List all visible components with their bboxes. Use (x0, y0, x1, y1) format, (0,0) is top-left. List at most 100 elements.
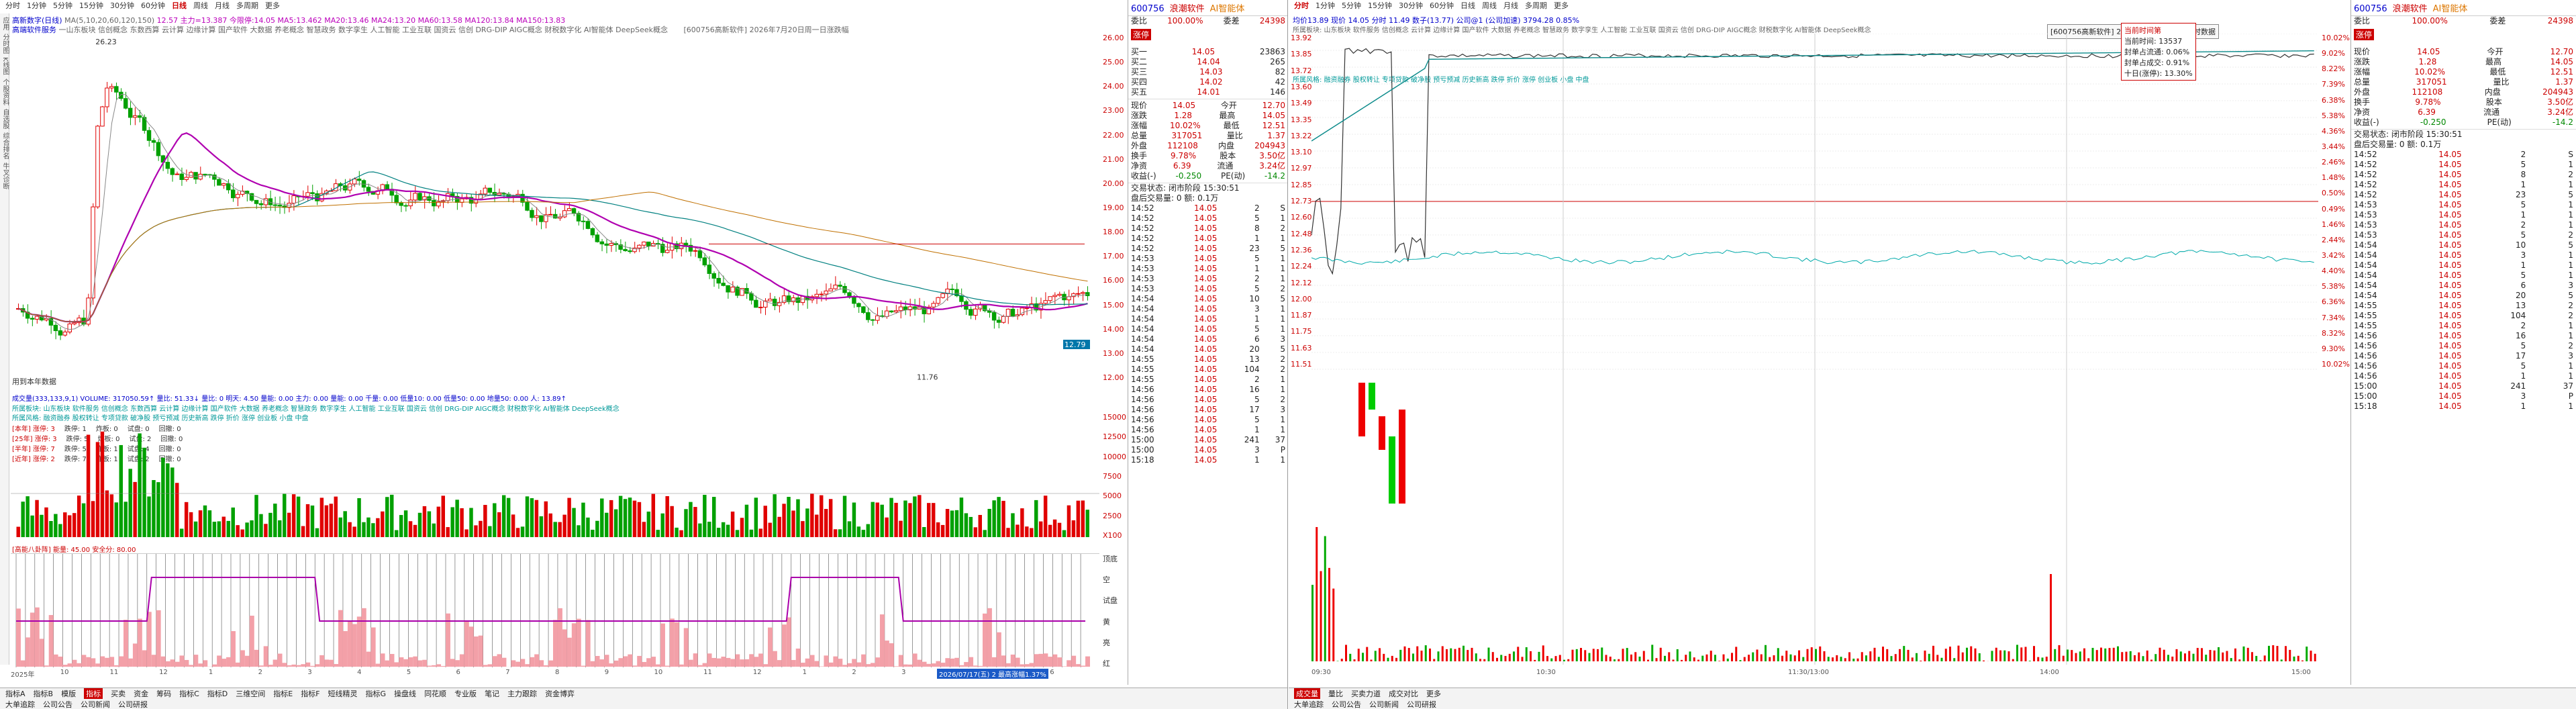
ts-volume-bar (1999, 650, 2001, 661)
tab-2[interactable]: 5分钟 (1340, 0, 1363, 11)
bottom-tab[interactable]: 同花顺 (424, 688, 446, 699)
tab-4[interactable]: 30分钟 (1397, 0, 1424, 11)
bottom-tab[interactable]: 指标C (179, 688, 199, 699)
tab-3[interactable]: 15分钟 (1367, 0, 1393, 11)
bottom-tab[interactable]: 量比 (1328, 688, 1343, 699)
tab-3[interactable]: 15分钟 (78, 0, 105, 11)
bottom-tab[interactable]: 短线精灵 (328, 688, 358, 699)
bottom-tab[interactable]: 公司研报 (118, 699, 148, 709)
sidebar-item[interactable]: 个股资料 (0, 79, 10, 105)
tick-v: 1 (1254, 234, 1260, 243)
sidebar-item[interactable]: 自选股 (0, 109, 10, 129)
tick-p: 14.05 (2438, 271, 2462, 280)
stat-l2: 股本 (1220, 151, 1236, 160)
bottom-tab[interactable]: 主力跟踪 (507, 688, 537, 699)
axis-tick: 3.42% (2322, 251, 2345, 260)
sidebar-item[interactable]: 分时图 (0, 34, 10, 54)
ts-volume-bar (1387, 657, 1389, 661)
volume-chart[interactable] (11, 413, 1099, 540)
bottom-tab[interactable]: 指标D (207, 688, 228, 699)
bottom-tab[interactable]: 模版 (61, 688, 76, 699)
bottom-tab[interactable]: 大单追踪 (1294, 699, 1324, 709)
indicator-area (576, 618, 581, 667)
tab-0[interactable]: 分时 (1293, 0, 1310, 11)
bottom-tab[interactable]: 公司公告 (43, 699, 72, 709)
bottom-tab[interactable]: 更多 (1426, 688, 1441, 699)
indicator-area (1034, 654, 1039, 667)
tab-2[interactable]: 5分钟 (52, 0, 74, 11)
bottom-tab[interactable]: 公司新闻 (81, 699, 110, 709)
tab-5[interactable]: 60分钟 (1428, 0, 1455, 11)
tick-list[interactable]: 14:52 14.05 2 S 14:52 14.05 5 1 14:52 14.05 8 2 14:5… (1128, 203, 1287, 465)
tick-t: 15:00 (2354, 381, 2377, 391)
tick-n: 1 (1280, 425, 1285, 434)
bottom-tab[interactable]: 指标E (273, 688, 293, 699)
ts-volume-bar (1928, 653, 1930, 661)
indicator-area (674, 622, 679, 667)
indicator-area (301, 664, 306, 667)
bottom-tab[interactable]: 资金博弈 (545, 688, 575, 699)
ts-volume-bar (1458, 647, 1460, 661)
tick-p: 14.05 (2438, 200, 2462, 209)
bottom-tab[interactable]: 资金 (134, 688, 148, 699)
sidebar-item[interactable]: 综合排名 (0, 132, 10, 159)
tick-list[interactable]: 14:52 14.05 2 S 14:52 14.05 5 1 14:52 14.05 8 2 14:5… (2351, 150, 2576, 412)
bottom-tab[interactable]: 公司新闻 (1369, 699, 1399, 709)
tab-5[interactable]: 60分钟 (140, 0, 166, 11)
bottom-tab[interactable]: 指标 (84, 688, 103, 699)
stat-l: 涨跌 (1131, 111, 1148, 120)
bottom-tab[interactable]: 指标G (366, 688, 387, 699)
timeshare-chart[interactable] (1311, 34, 2318, 665)
bottom-tab[interactable]: 指标A (5, 688, 26, 699)
bottom-tab[interactable]: 买卖力道 (1351, 688, 1381, 699)
bottom-tab[interactable]: 三维空间 (236, 688, 265, 699)
tab-8[interactable]: 月线 (1502, 0, 1520, 11)
stat-line: 涨幅 10.02% 最低 12.51 (1128, 121, 1287, 131)
kline-chart[interactable]: 26.23 11.76 12.79 (11, 34, 1099, 383)
bottom-tab[interactable]: 指标B (34, 688, 54, 699)
tab-4[interactable]: 30分钟 (109, 0, 136, 11)
volume-bar (997, 497, 1001, 537)
bottom-tab[interactable]: 操盘线 (394, 688, 416, 699)
bottom-tab[interactable]: 成交量 (1294, 688, 1320, 699)
ts-volume-bar (1710, 651, 1712, 661)
sidebar-item[interactable]: 应用 (0, 17, 10, 30)
tab-10[interactable]: 更多 (1552, 0, 1570, 11)
volume-bar (605, 512, 609, 537)
tab-6[interactable]: 日线 (1459, 0, 1477, 11)
tab-1[interactable]: 1分钟 (26, 0, 48, 11)
bottom-tab[interactable]: 公司研报 (1407, 699, 1436, 709)
tab-10[interactable]: 更多 (264, 0, 281, 11)
tick-n: 2 (1280, 284, 1285, 293)
bottom-tab[interactable]: 公司公告 (1332, 699, 1361, 709)
tab-7[interactable]: 周线 (192, 0, 209, 11)
bottom-tab[interactable]: 大单追踪 (5, 699, 35, 709)
bottom-tab[interactable]: 买卖 (111, 688, 126, 699)
bottom-tab[interactable]: 筹码 (156, 688, 171, 699)
tick-t: 15:00 (1131, 435, 1154, 444)
tick-v: 5 (1254, 395, 1260, 404)
tick-n: 5 (2568, 240, 2573, 250)
tab-7[interactable]: 周线 (1481, 0, 1498, 11)
sidebar-item[interactable]: 牛叉诊断 (0, 162, 10, 189)
bottom-tab[interactable]: 专业版 (454, 688, 477, 699)
indicator-area (193, 655, 199, 667)
tick-row: 14:56 14.05 5 1 (2351, 361, 2576, 371)
ts-volume-bar (1832, 657, 1834, 661)
bottom-tab[interactable]: 指标F (301, 688, 319, 699)
tab-8[interactable]: 月线 (213, 0, 231, 11)
tab-9[interactable]: 多周期 (1524, 0, 1548, 11)
ts-volume-bar (2146, 650, 2148, 661)
candle-body (1005, 308, 1011, 317)
bottom-tab[interactable]: 笔记 (485, 688, 499, 699)
indicator-chart[interactable] (11, 553, 1099, 667)
candle-body (599, 241, 605, 244)
tab-6[interactable]: 日线 (170, 0, 188, 11)
tab-0[interactable]: 分时 (4, 0, 21, 11)
tick-p: 14.05 (2438, 401, 2462, 411)
tick-n: 5 (2568, 190, 2573, 199)
tab-9[interactable]: 多周期 (235, 0, 260, 11)
sidebar-item[interactable]: K线图 (0, 57, 10, 75)
bottom-tab[interactable]: 成交对比 (1389, 688, 1418, 699)
tab-1[interactable]: 1分钟 (1314, 0, 1336, 11)
